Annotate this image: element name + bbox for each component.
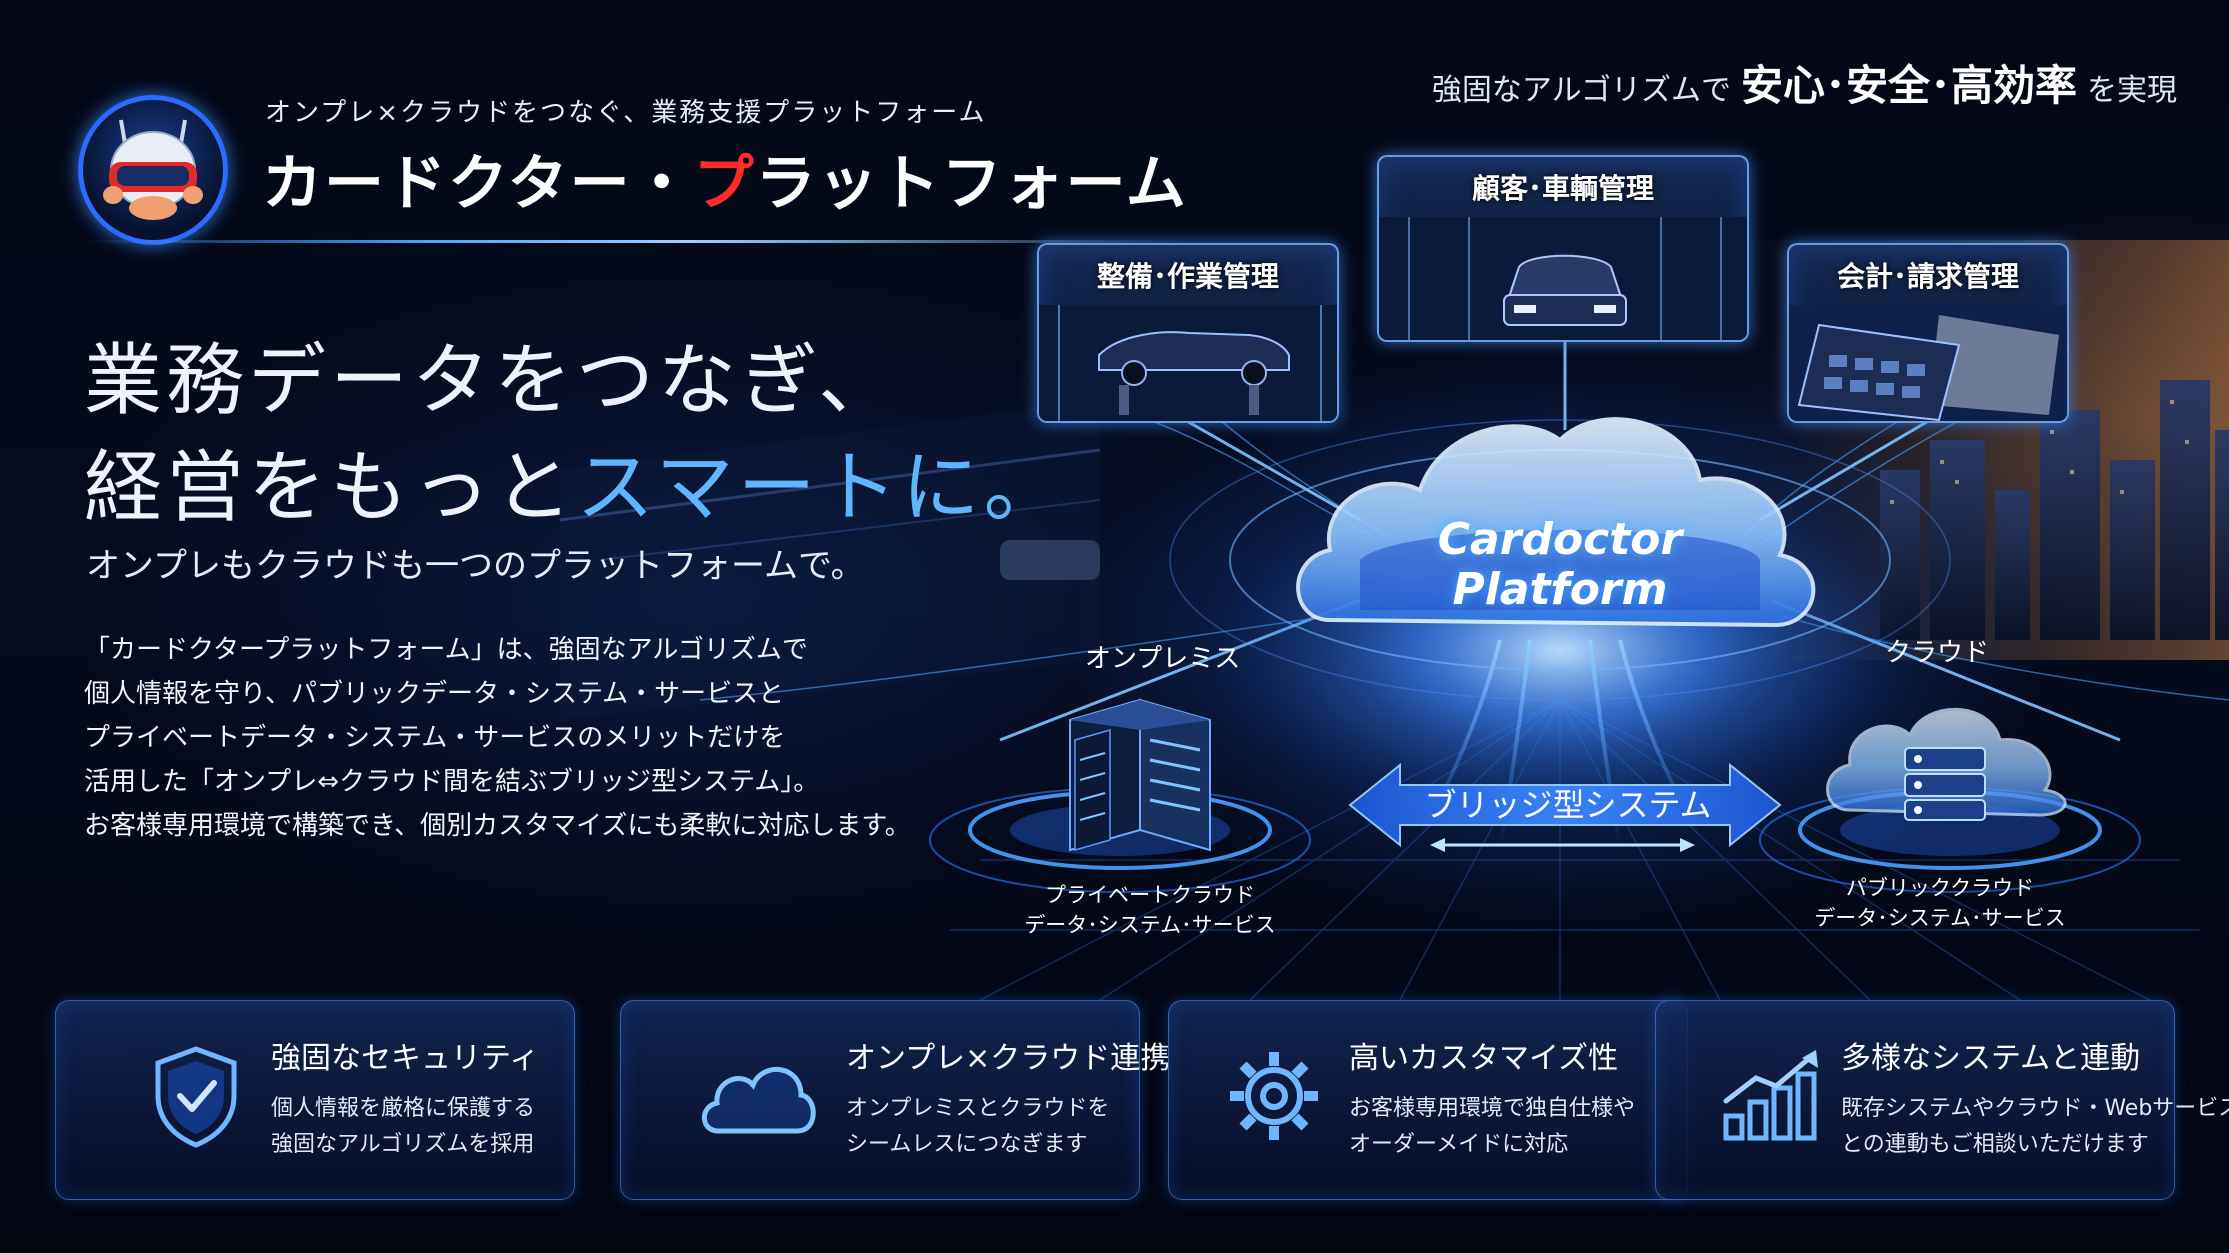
- feature-card-customize: 高いカスタマイズ性 お客様専用環境で独自仕様や オーダーメイドに対応: [1168, 1000, 1688, 1200]
- feature-desc-line2: 強固なアルゴリズムを採用: [271, 1132, 535, 1157]
- hero-headline-line2: 経営をもっとスマートに。: [84, 425, 1066, 537]
- hero-line2-prefix: 経営をもっと: [84, 443, 577, 533]
- feature-desc: 既存システムやクラウド・Webサービス との連動もご相談いただけます: [1841, 1091, 2229, 1163]
- feature-desc-line1: 既存システムやクラウド・Webサービス: [1841, 1096, 2229, 1121]
- header-divider: [85, 240, 1185, 243]
- private-caption-line1: プライベートクラウド: [1045, 883, 1255, 907]
- brand-part1: カードクター・: [262, 149, 694, 219]
- description-line: 個人情報を守り、パブリックデータ・システム・サービスと: [84, 679, 785, 709]
- description-block: 「カードクタープラットフォーム」は、強固なアルゴリズムで 個人情報を守り、パブリ…: [84, 628, 984, 848]
- private-caption-line2: データ･システム･サービス: [1024, 913, 1276, 937]
- panel-customer: 顧客･車輌管理: [1377, 155, 1749, 342]
- description-line: プライベートデータ・システム・サービスのメリットだけを: [84, 723, 786, 753]
- cloud-platform-title: Cardoctor Platform: [1340, 515, 1780, 615]
- private-cloud-caption: プライベートクラウド データ･システム･サービス: [1020, 880, 1280, 940]
- cloud-label: クラウド: [1885, 638, 1990, 668]
- description-line: 活用した「オンプレ⇔クラウド間を結ぶブリッジ型システム」。: [84, 767, 820, 797]
- feature-title: 多様なシステムと連動: [1841, 1041, 2141, 1076]
- feature-card-security: 強固なセキュリティ 個人情報を厳格に保護する 強固なアルゴリズムを採用: [55, 1000, 575, 1200]
- hero-subtitle: オンプレもクラウドも一つのプラットフォームで。: [86, 546, 865, 586]
- feature-desc-line2: オーダーメイドに対応: [1349, 1132, 1569, 1157]
- onpremise-label: オンプレミス: [1085, 644, 1241, 674]
- bridge-system-label: ブリッジ型システム: [1424, 786, 1712, 824]
- slogan-prefix: 強固なアルゴリズムで: [1431, 73, 1731, 108]
- panel-accounting: 会計･請求管理: [1787, 243, 2069, 423]
- shield-check-icon: [155, 1046, 237, 1148]
- feature-desc-line1: オンプレミスとクラウドを: [846, 1096, 1110, 1121]
- feature-desc: お客様専用環境で独自仕様や オーダーメイドに対応: [1349, 1091, 1635, 1163]
- brand-title: カードクター・プラットフォーム: [262, 135, 1188, 222]
- feature-card-cloud: オンプレ×クラウド連携 オンプレミスとクラウドを シームレスにつなぎます: [620, 1000, 1170, 1200]
- tagline: オンプレ×クラウドをつなぐ、業務支援プラットフォーム: [265, 98, 987, 128]
- robot-mascot-icon: [103, 119, 203, 220]
- public-cloud-caption: パブリッククラウド データ･システム･サービス: [1810, 873, 2070, 933]
- feature-desc: 個人情報を厳格に保護する 強固なアルゴリズムを採用: [271, 1091, 535, 1163]
- growth-chart-icon: [1723, 1050, 1818, 1141]
- feature-desc: オンプレミスとクラウドを シームレスにつなぎます: [846, 1091, 1109, 1163]
- feature-desc-line1: お客様専用環境で独自仕様や: [1349, 1096, 1636, 1121]
- brand-red-char: プ: [693, 149, 756, 219]
- mascot-logo: [78, 95, 228, 245]
- feature-desc-line2: との連動もご相談いただけます: [1841, 1132, 2149, 1157]
- top-right-slogan: 強固なアルゴリズムで 安心･安全･高効率 を実現: [1432, 52, 2177, 113]
- feature-card-integration: 多様なシステムと連動 既存システムやクラウド・Webサービス との連動もご相談い…: [1655, 1000, 2229, 1200]
- feature-title: 高いカスタマイズ性: [1349, 1041, 1619, 1076]
- feature-title: オンプレ×クラウド連携: [846, 1041, 1171, 1076]
- onpremise-server-icon: [1069, 698, 1211, 852]
- feature-title: 強固なセキュリティ: [271, 1041, 540, 1076]
- panel-label-customer: 顧客･車輌管理: [1471, 172, 1654, 205]
- cloud-title-line1: Cardoctor: [1437, 514, 1683, 565]
- description-line: 「カードクタープラットフォーム」は、強固なアルゴリズムで: [84, 635, 808, 665]
- hero-headline-line1: 業務データをつなぎ、: [84, 336, 901, 426]
- cloud-title-line2: Platform: [1452, 564, 1668, 615]
- slogan-emphasis: 安心･安全･高効率: [1740, 61, 2077, 110]
- feature-desc-line1: 個人情報を厳格に保護する: [271, 1096, 536, 1121]
- panel-maintenance: 整備･作業管理: [1037, 243, 1339, 423]
- infographic-canvas: オンプレ×クラウドをつなぐ、業務支援プラットフォーム カードクター・プラットフォ…: [0, 0, 2229, 1253]
- brand-part2: ラットフォーム: [755, 149, 1188, 219]
- feature-desc-line2: シームレスにつなぎます: [846, 1132, 1088, 1157]
- gear-icon: [1230, 1052, 1318, 1140]
- slogan-suffix: を実現: [2087, 73, 2177, 108]
- panel-label-maintenance: 整備･作業管理: [1096, 260, 1279, 293]
- hero-line2-highlight: スマートに。: [576, 443, 1066, 533]
- description-line: お客様専用環境で構築でき、個別カスタマイズにも柔軟に対応します。: [84, 811, 911, 841]
- cloud-icon: [701, 1067, 816, 1134]
- public-caption-line1: パブリッククラウド: [1845, 876, 2035, 900]
- public-caption-line2: データ･システム･サービス: [1814, 906, 2066, 930]
- panel-label-accounting: 会計･請求管理: [1836, 260, 2019, 293]
